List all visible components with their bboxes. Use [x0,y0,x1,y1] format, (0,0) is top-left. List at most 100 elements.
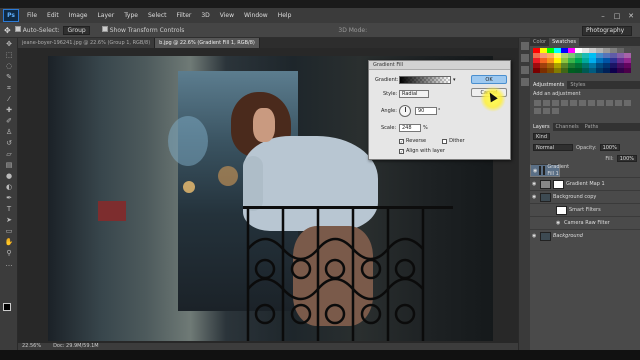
dodge-tool-icon[interactable]: ◐ [4,183,14,192]
type-tool-icon[interactable]: T [4,205,14,214]
layer-row-camera-raw[interactable]: ◉ Camera Raw Filter [530,216,640,229]
hand-tool-icon[interactable]: ✋ [4,238,14,247]
menu-3d[interactable]: 3D [196,12,214,19]
move-tool-icon[interactable]: ✥ [4,40,14,49]
gradient-preview[interactable] [399,76,451,84]
menu-file[interactable]: File [22,12,42,19]
eyedropper-tool-icon[interactable]: ⁄ [4,95,14,104]
levels-icon[interactable] [543,100,550,106]
color-swatch[interactable] [568,68,575,73]
smart-filter-mask[interactable] [556,205,567,215]
layer-row-background[interactable]: ◉ Background [530,229,640,242]
path-select-icon[interactable]: ➤ [4,216,14,225]
foreground-color-swatch[interactable] [3,303,11,311]
marquee-tool-icon[interactable]: ⬚ [4,51,14,60]
gradient-dropdown-icon[interactable]: ▾ [453,77,456,83]
layer-row-smart-filters[interactable]: Smart Filters [530,203,640,216]
dither-checkbox[interactable] [442,138,448,144]
maximize-icon[interactable]: □ [610,8,624,23]
color-swatch[interactable] [554,68,561,73]
black-white-icon[interactable] [597,100,604,106]
layer-mask-thumbnail[interactable] [543,166,546,175]
tab-color[interactable]: Color [530,38,549,46]
transform-controls-checkbox[interactable]: Show Transform Controls [101,26,184,34]
menu-type[interactable]: Type [119,12,143,19]
exposure-icon[interactable] [561,100,568,106]
tab-adjustments[interactable]: Adjustments [530,81,568,89]
tab-styles[interactable]: Styles [567,81,588,89]
layer-row-gradient-fill[interactable]: ◉ Gradient Fill 1 [530,164,569,177]
healing-tool-icon[interactable]: ✚ [4,106,14,115]
curves-icon[interactable] [552,100,559,106]
zoom-level[interactable]: 22.56% [22,343,41,350]
more-tools-icon[interactable]: … [4,260,14,269]
layer-mask-thumbnail[interactable] [553,179,564,189]
tab-jeane-boyer[interactable]: jeane-boyer-196241.jpg @ 22.6% (Group 1,… [18,38,156,48]
properties-panel-icon[interactable] [521,54,529,62]
fill-input[interactable]: 100% [616,155,637,162]
threshold-icon[interactable] [543,108,550,114]
move-tool-icon[interactable]: ✥ [4,26,11,35]
pen-tool-icon[interactable]: ✒ [4,194,14,203]
lasso-tool-icon[interactable]: ◌ [4,62,14,71]
align-checkbox[interactable]: ✓ [399,148,404,154]
stamp-tool-icon[interactable]: ♙ [4,128,14,137]
color-swatch[interactable] [547,68,554,73]
color-swatch[interactable] [561,68,568,73]
blend-mode-select[interactable]: Normal [533,144,573,151]
invert-icon[interactable] [624,100,631,106]
eye-icon[interactable]: ◉ [556,220,562,226]
menu-layer[interactable]: Layer [92,12,119,19]
menu-help[interactable]: Help [273,12,297,19]
close-icon[interactable]: ✕ [624,8,638,23]
color-swatch[interactable] [596,68,603,73]
tab-swatches[interactable]: Swatches [549,38,579,46]
style-select[interactable]: Radial [399,90,429,98]
color-swatch[interactable] [533,68,540,73]
brush-tool-icon[interactable]: ✐ [4,117,14,126]
brightness-icon[interactable] [534,100,541,106]
history-panel-icon[interactable] [521,42,529,50]
tab-paths[interactable]: Paths [582,123,602,131]
color-balance-icon[interactable] [588,100,595,106]
menu-image[interactable]: Image [64,12,93,19]
reverse-checkbox[interactable]: ✓ [399,138,404,144]
tab-channels[interactable]: Channels [553,123,582,131]
angle-dial[interactable] [399,105,411,117]
zoom-tool-icon[interactable]: ⚲ [4,249,14,258]
workspace-select[interactable]: Photography [582,26,632,36]
color-swatch[interactable] [575,68,582,73]
menu-edit[interactable]: Edit [42,12,64,19]
menu-view[interactable]: View [215,12,239,19]
color-swatch[interactable] [624,68,631,73]
opacity-input[interactable]: 100% [599,144,620,151]
auto-select-checkbox[interactable]: Auto-Select: [14,26,59,34]
minimize-icon[interactable]: – [596,8,610,23]
tab-layers[interactable]: Layers [530,123,553,131]
color-swatch[interactable] [610,68,617,73]
angle-input[interactable]: 90 [415,107,437,115]
posterize-icon[interactable] [534,108,541,114]
menu-filter[interactable]: Filter [172,12,197,19]
crop-tool-icon[interactable]: ⌗ [4,84,14,93]
eraser-tool-icon[interactable]: ▱ [4,150,14,159]
channel-mixer-icon[interactable] [615,100,622,106]
color-swatch[interactable] [540,68,547,73]
gradient-tool-icon[interactable]: ▤ [4,161,14,170]
color-swatch[interactable] [582,68,589,73]
shape-tool-icon[interactable]: ▭ [4,227,14,236]
kind-filter-select[interactable]: Kind [533,133,551,140]
hue-saturation-icon[interactable] [579,100,586,106]
paragraph-panel-icon[interactable] [521,78,529,86]
vibrance-icon[interactable] [570,100,577,106]
group-select[interactable]: Group [63,25,90,35]
tab-b-jpg[interactable]: b.jpg @ 22.6% (Gradient Fill 1, RGB/8) [155,38,260,48]
color-swatch[interactable] [589,68,596,73]
eye-icon[interactable]: ◉ [532,181,538,187]
photo-filter-icon[interactable] [606,100,613,106]
quick-select-tool-icon[interactable]: ✎ [4,73,14,82]
eye-icon[interactable]: ◉ [532,233,538,239]
gradient-map-icon[interactable] [552,108,559,114]
layer-row-background-copy[interactable]: ◉ Background copy [530,190,640,203]
scale-input[interactable]: 248 [399,124,421,132]
